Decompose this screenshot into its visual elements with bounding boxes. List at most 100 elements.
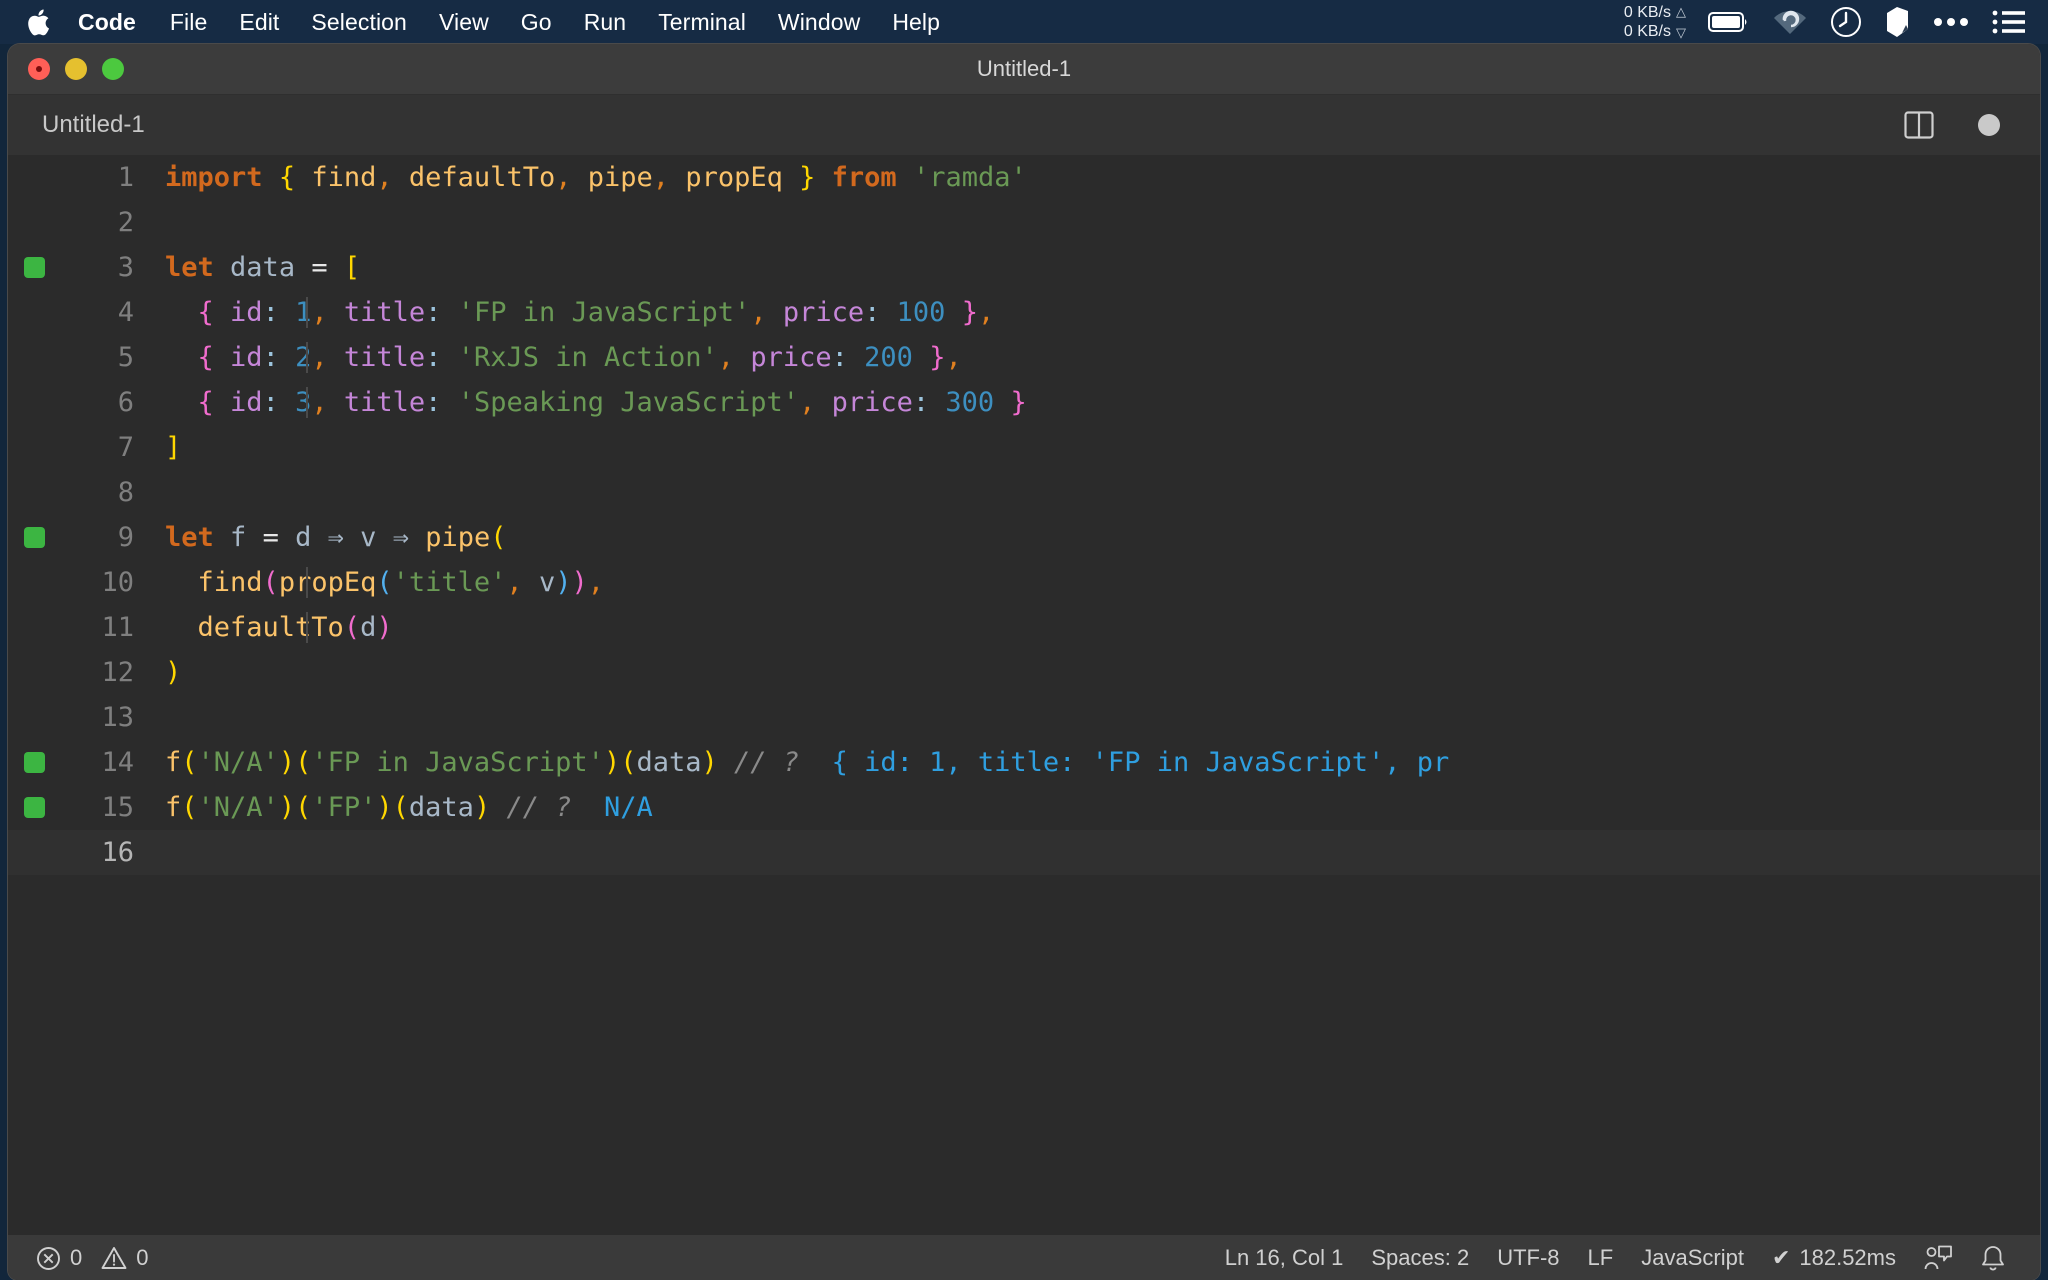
line-number: 5	[117, 342, 134, 373]
list-icon[interactable]	[1992, 9, 2026, 35]
menu-terminal[interactable]: Terminal	[658, 9, 746, 36]
menu-code[interactable]: Code	[78, 9, 136, 36]
file-encoding[interactable]: UTF-8	[1483, 1245, 1573, 1271]
code-line-6[interactable]: 6 { id: 3, title: 'Speaking JavaScript',…	[8, 380, 2040, 425]
menu-window[interactable]: Window	[778, 9, 860, 36]
bartender-icon[interactable]	[1884, 6, 1910, 38]
code-line-14[interactable]: 14 f('N/A')('FP in JavaScript')(data) // …	[8, 740, 2040, 785]
token-fn: find	[311, 162, 377, 193]
token-br1: [	[343, 252, 361, 283]
network-speed-indicator[interactable]: 0 KB/s 0 KB/s △ ▽	[1624, 2, 1686, 42]
code-editor[interactable]: 1 import { find, defaultTo, pipe, propEq …	[8, 155, 2040, 1235]
battery-icon[interactable]	[1708, 10, 1750, 34]
menu-file[interactable]: File	[170, 9, 207, 36]
menu-help[interactable]: Help	[892, 9, 940, 36]
code-line-12[interactable]: 12)	[8, 650, 2040, 695]
ellipsis-icon[interactable]	[1932, 16, 1970, 28]
clock-icon[interactable]	[1830, 6, 1862, 38]
code-line-2[interactable]: 2	[8, 200, 2040, 245]
token-var: d	[360, 612, 377, 643]
code-line-11[interactable]: 11 defaultTo(d)	[8, 605, 2040, 650]
code-line-content: let data = [	[148, 252, 2040, 283]
token-var: data	[408, 792, 474, 823]
token-prop: id	[230, 297, 263, 328]
menu-selection[interactable]: Selection	[311, 9, 407, 36]
feedback-icon[interactable]	[1910, 1245, 1966, 1271]
indentation-setting[interactable]: Spaces: 2	[1357, 1245, 1483, 1271]
bell-icon[interactable]	[1966, 1245, 2020, 1272]
token-op: =	[262, 522, 279, 553]
wifi-icon[interactable]	[1772, 8, 1808, 36]
cursor-position[interactable]: Ln 16, Col 1	[1211, 1245, 1358, 1271]
code-line-7[interactable]: 7]	[8, 425, 2040, 470]
token-br1: {	[278, 162, 296, 193]
problems-status[interactable]: 0 0	[22, 1245, 163, 1271]
menu-view[interactable]: View	[439, 9, 489, 36]
breakpoint-dot	[23, 257, 45, 278]
minimize-button[interactable]	[65, 58, 87, 80]
breakpoint-marker-icon[interactable]	[8, 752, 60, 773]
token-br1: )	[603, 747, 621, 778]
unsaved-dot-icon[interactable]	[1978, 114, 2000, 136]
language-mode[interactable]: JavaScript	[1627, 1245, 1758, 1271]
code-line-13[interactable]: 13	[8, 695, 2040, 740]
breakpoint-marker-icon[interactable]	[8, 527, 60, 548]
token-prop: title	[343, 387, 426, 418]
quokka-runtime-status[interactable]: ✔ 182.52ms	[1758, 1245, 1910, 1271]
token-br1: )	[473, 792, 491, 823]
code-line-8[interactable]: 8	[8, 470, 2040, 515]
indent-guide	[306, 567, 308, 598]
error-count: 0	[70, 1245, 83, 1270]
maximize-button[interactable]	[102, 58, 124, 80]
token-colon: :	[262, 387, 279, 418]
menu-go[interactable]: Go	[521, 9, 552, 36]
apple-logo-icon[interactable]	[26, 7, 52, 37]
code-line-3[interactable]: 3 let data = [	[8, 245, 2040, 290]
token-var: data	[636, 747, 702, 778]
code-line-content: let f = d ⇒ v ⇒ pipe(	[148, 522, 2040, 553]
code-line-content: ]	[148, 432, 2040, 463]
code-line-content: find(propEq('title', v)),	[148, 567, 2040, 598]
token-fn: f	[165, 747, 182, 778]
tab-untitled-1[interactable]: Untitled-1	[8, 95, 175, 155]
end-of-line-sequence[interactable]: LF	[1574, 1245, 1628, 1271]
breakpoint-marker-icon[interactable]	[8, 257, 60, 278]
token-br1: (	[392, 792, 409, 823]
token-comment: // ?	[734, 747, 800, 778]
code-line-15[interactable]: 15 f('N/A')('FP')(data) // ? N/A	[8, 785, 2040, 830]
token-br2: {	[197, 387, 214, 418]
token-br3: (	[376, 567, 393, 598]
close-button[interactable]	[28, 58, 50, 80]
menu-run[interactable]: Run	[584, 9, 627, 36]
token-colon: :	[262, 342, 279, 373]
code-line-5[interactable]: 5 { id: 2, title: 'RxJS in Action', pric…	[8, 335, 2040, 380]
split-editor-icon[interactable]	[1904, 111, 1934, 139]
token-num: 2	[295, 342, 312, 373]
breakpoint-marker-icon[interactable]	[8, 797, 60, 818]
token-br1: ]	[165, 432, 182, 463]
code-line-10[interactable]: 10 find(propEq('title', v)),	[8, 560, 2040, 605]
code-line-1[interactable]: 1 import { find, defaultTo, pipe, propEq …	[8, 155, 2040, 200]
token-var: d	[295, 522, 312, 553]
line-number: 6	[117, 387, 134, 418]
code-line-16[interactable]: 16	[8, 830, 2040, 875]
menu-edit[interactable]: Edit	[239, 9, 279, 36]
code-line-4[interactable]: 4 { id: 1, title: 'FP in JavaScript', pr…	[8, 290, 2040, 335]
code-line-content: { id: 2, title: 'RxJS in Action', price:…	[148, 342, 2040, 373]
code-line-9[interactable]: 9 let f = d ⇒ v ⇒ pipe(	[8, 515, 2040, 560]
runtime-duration: 182.52ms	[1799, 1245, 1896, 1270]
